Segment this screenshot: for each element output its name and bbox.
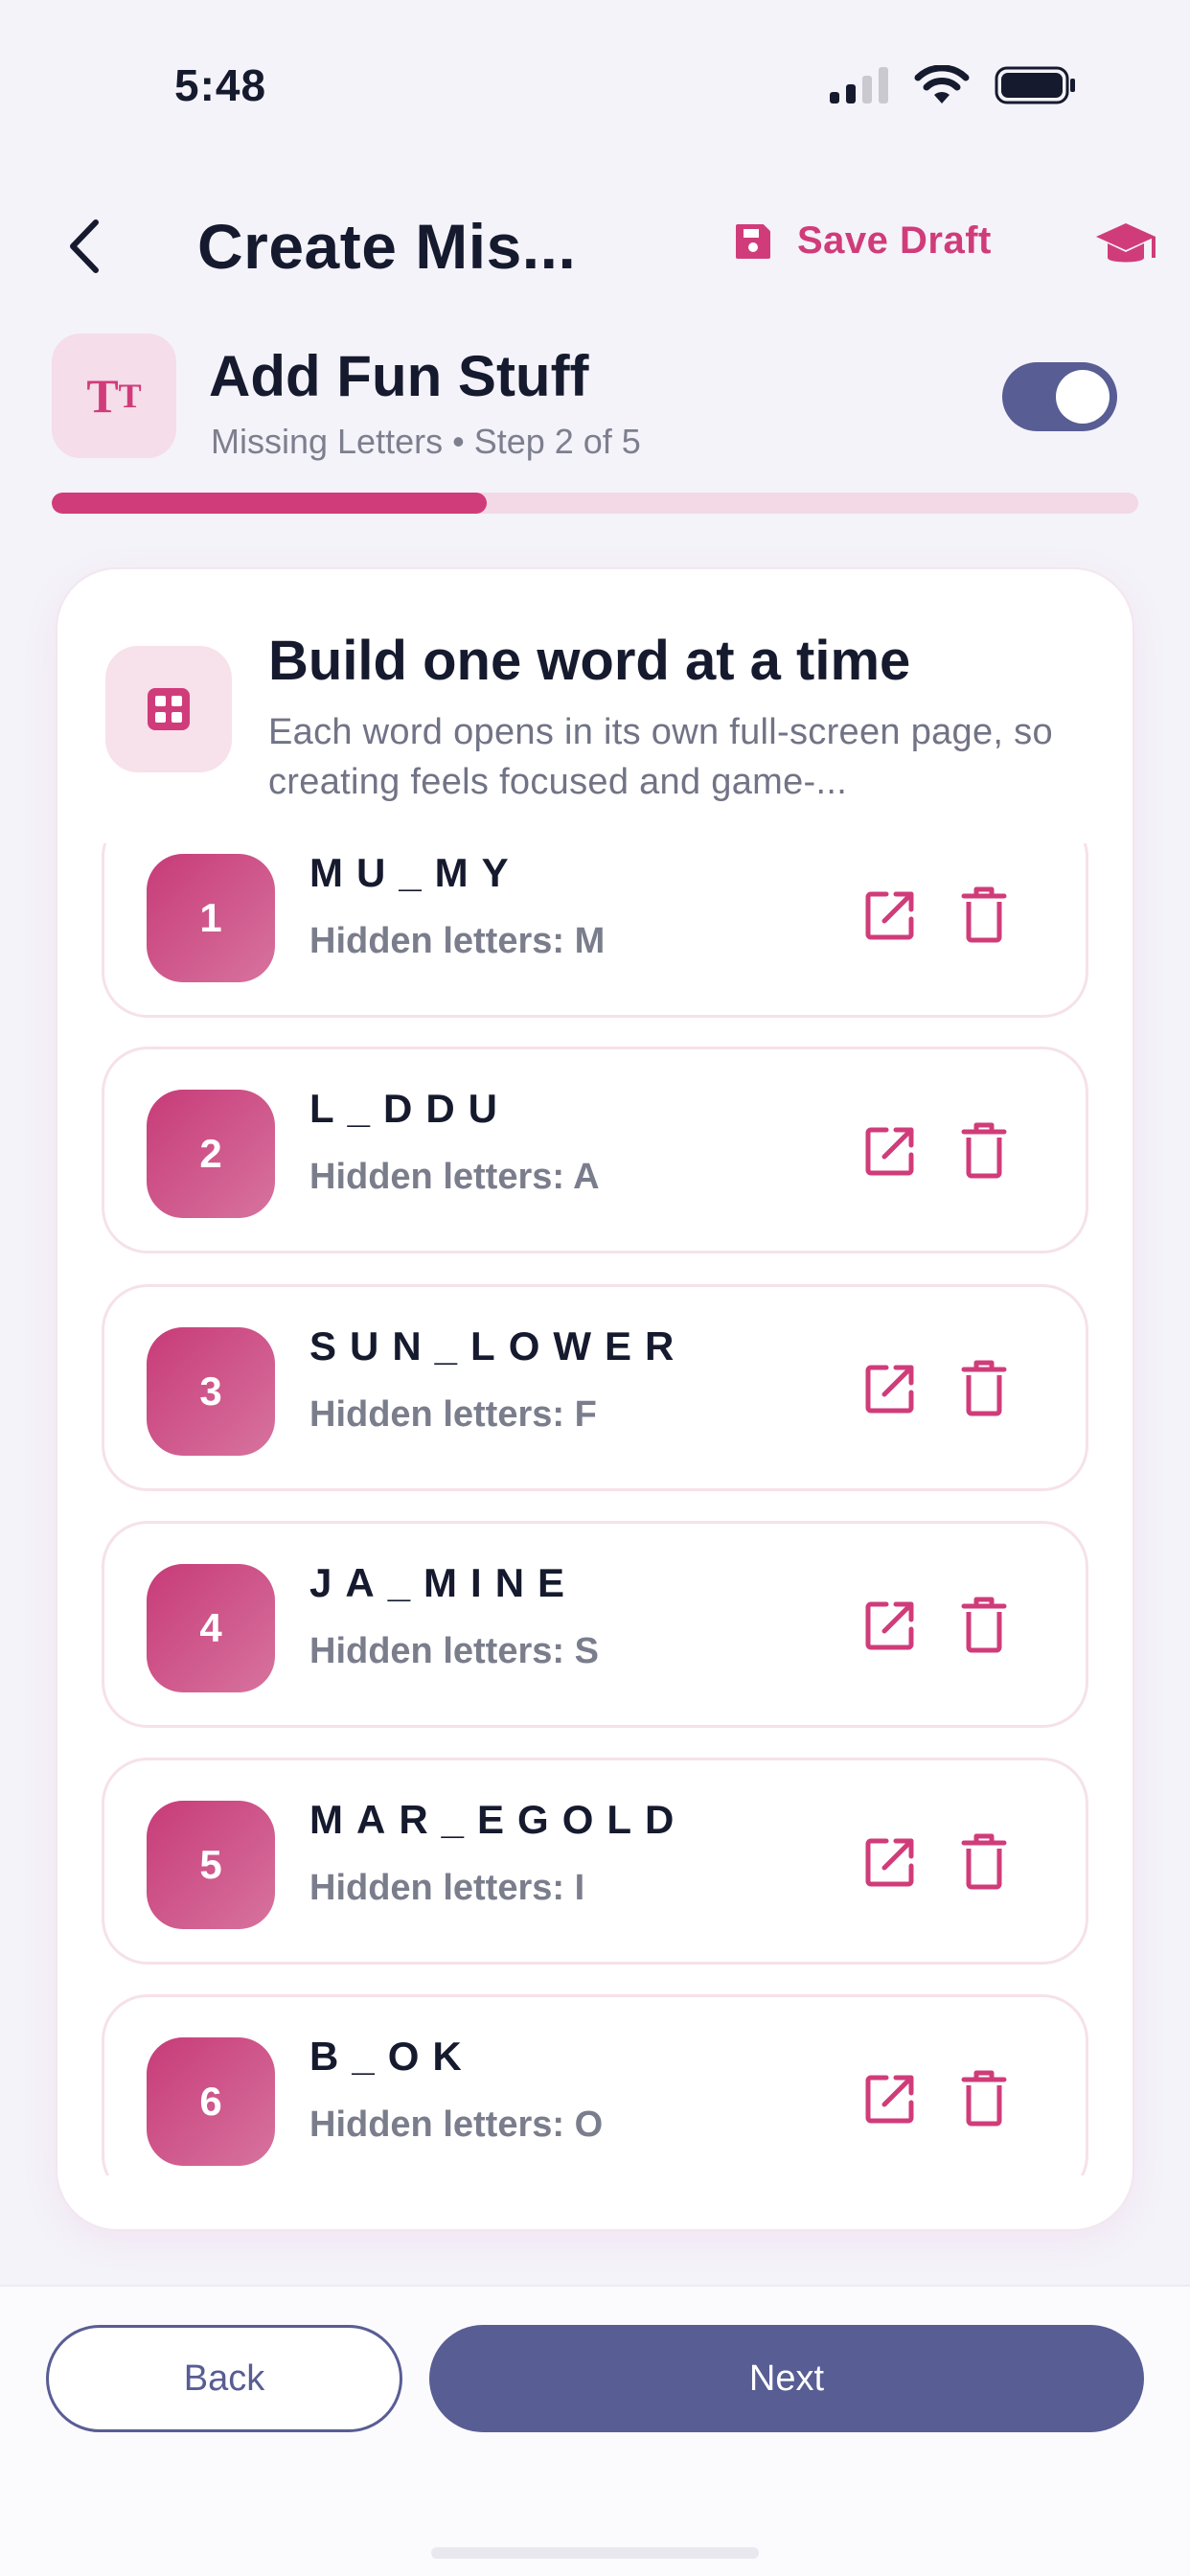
open-external-icon xyxy=(865,1127,914,1176)
status-icons xyxy=(830,65,1077,105)
trash-icon xyxy=(961,1122,1007,1179)
cellular-signal-icon xyxy=(830,67,888,104)
battery-icon xyxy=(995,66,1075,104)
floppy-disk-icon xyxy=(736,223,770,259)
edit-word-button[interactable] xyxy=(859,2068,921,2129)
chevron-left-icon xyxy=(70,219,99,273)
word-row[interactable]: 6 B_OK Hidden letters: O xyxy=(102,1994,1088,2175)
word-number-badge: 1 xyxy=(147,854,275,982)
trash-icon xyxy=(961,886,1007,943)
home-indicator xyxy=(431,2547,759,2559)
hidden-letters-text: Hidden letters: A xyxy=(309,1157,600,1197)
word-text: SUN_LOWER xyxy=(309,1323,688,1368)
trash-icon xyxy=(961,1597,1007,1653)
delete-word-button[interactable] xyxy=(955,1356,1013,1419)
edit-word-button[interactable] xyxy=(859,1358,921,1419)
open-external-icon xyxy=(865,1365,914,1414)
hidden-letters-text: Hidden letters: M xyxy=(309,921,606,961)
toggle-knob xyxy=(1056,370,1110,424)
text-style-icon: TT xyxy=(52,334,176,458)
bottom-action-bar: Back Next xyxy=(0,2285,1190,2576)
trash-icon xyxy=(961,1360,1007,1416)
nav-header: Create Mis... Save Draft xyxy=(0,196,1190,302)
status-bar: 5:48 xyxy=(0,0,1190,144)
word-text: L_DDU xyxy=(309,1086,512,1131)
section-title: Add Fun Stuff xyxy=(209,344,589,408)
open-external-icon xyxy=(865,1838,914,1887)
edit-word-button[interactable] xyxy=(859,1595,921,1656)
status-time: 5:48 xyxy=(174,60,267,110)
edit-word-button[interactable] xyxy=(859,1120,921,1182)
word-text: MU_MY xyxy=(309,850,522,895)
delete-word-button[interactable] xyxy=(955,1829,1013,1893)
delete-word-button[interactable] xyxy=(955,883,1013,946)
word-number-badge: 5 xyxy=(147,1801,275,1929)
word-number-badge: 3 xyxy=(147,1327,275,1456)
card-description: Each word opens in its own full-screen p… xyxy=(268,712,1053,802)
wifi-icon xyxy=(914,65,970,104)
word-number-badge: 4 xyxy=(147,1564,275,1692)
save-draft-label: Save Draft xyxy=(797,219,992,262)
word-text: MAR_EGOLD xyxy=(309,1797,688,1842)
section-header: TT Add Fun Stuff Missing Letters • Step … xyxy=(52,334,1138,461)
hidden-letters-text: Hidden letters: O xyxy=(309,2104,604,2145)
trash-icon xyxy=(961,2070,1007,2127)
words-card: Build one word at a time Each word opens… xyxy=(56,567,1134,2231)
tutorial-button[interactable] xyxy=(1092,218,1159,275)
section-toggle[interactable] xyxy=(1002,362,1117,431)
delete-word-button[interactable] xyxy=(955,1593,1013,1656)
hidden-letters-text: Hidden letters: F xyxy=(309,1394,597,1435)
back-chevron-button[interactable] xyxy=(56,218,113,275)
word-row[interactable]: 4 JA_MINE Hidden letters: S xyxy=(102,1521,1088,1728)
back-button[interactable]: Back xyxy=(46,2325,402,2432)
section-subtitle: Missing Letters • Step 2 of 5 xyxy=(211,422,641,461)
open-external-icon xyxy=(865,1601,914,1650)
save-draft-button[interactable]: Save Draft xyxy=(734,219,992,263)
open-external-icon xyxy=(865,2075,914,2124)
hidden-letters-text: Hidden letters: I xyxy=(309,1868,585,1908)
word-text: JA_MINE xyxy=(309,1560,579,1605)
word-text: B_OK xyxy=(309,2034,475,2079)
word-number-badge: 6 xyxy=(147,2037,275,2166)
next-button[interactable]: Next xyxy=(429,2325,1144,2432)
delete-word-button[interactable] xyxy=(955,1118,1013,1182)
grid-icon xyxy=(105,646,232,772)
step-progress-bar xyxy=(52,493,1138,514)
step-progress-fill xyxy=(52,493,487,514)
word-number-badge: 2 xyxy=(147,1090,275,1218)
page-title: Create Mis... xyxy=(197,211,577,282)
delete-word-button[interactable] xyxy=(955,2066,1013,2129)
edit-word-button[interactable] xyxy=(859,1831,921,1893)
word-row[interactable]: 1 MU_MY Hidden letters: M xyxy=(102,843,1088,1018)
hidden-letters-text: Hidden letters: S xyxy=(309,1631,599,1671)
word-row[interactable]: 2 L_DDU Hidden letters: A xyxy=(102,1046,1088,1254)
word-list[interactable]: 1 MU_MY Hidden letters: M 2 L_DDU Hidden… xyxy=(102,843,1088,2175)
open-external-icon xyxy=(865,891,914,940)
trash-icon xyxy=(961,1833,1007,1890)
graduation-cap-icon xyxy=(1096,223,1156,263)
edit-word-button[interactable] xyxy=(859,885,921,946)
word-row[interactable]: 5 MAR_EGOLD Hidden letters: I xyxy=(102,1758,1088,1965)
word-row[interactable]: 3 SUN_LOWER Hidden letters: F xyxy=(102,1284,1088,1491)
card-title: Build one word at a time xyxy=(268,630,911,692)
